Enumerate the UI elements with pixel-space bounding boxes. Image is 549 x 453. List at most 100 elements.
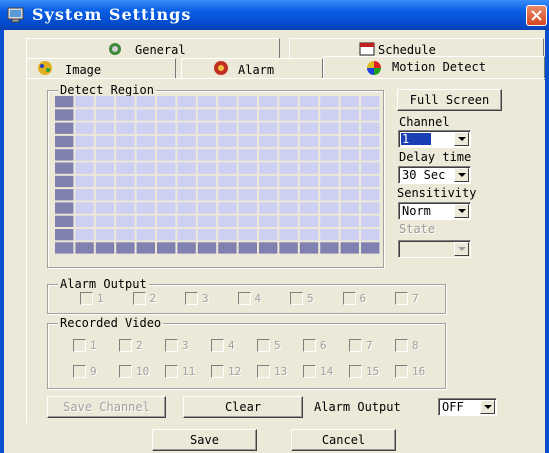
grid-cell[interactable] bbox=[361, 215, 380, 227]
grid-cell[interactable] bbox=[55, 215, 74, 227]
cancel-button[interactable]: Cancel bbox=[291, 429, 396, 451]
alarm-output-checkbox-7[interactable] bbox=[395, 292, 408, 305]
grid-cell[interactable] bbox=[177, 229, 196, 241]
grid-cell[interactable] bbox=[340, 229, 359, 241]
grid-cell[interactable] bbox=[157, 109, 176, 121]
grid-cell[interactable] bbox=[218, 122, 237, 134]
recorded-video-checkbox-3[interactable] bbox=[165, 339, 178, 352]
grid-cell[interactable] bbox=[340, 175, 359, 188]
grid-cell[interactable] bbox=[55, 109, 74, 121]
alarm-output-checkbox-1[interactable] bbox=[80, 292, 93, 305]
grid-cell[interactable] bbox=[177, 202, 196, 214]
grid-cell[interactable] bbox=[95, 215, 115, 227]
alarm-output-dropdown-arrow[interactable] bbox=[480, 400, 495, 414]
save-button[interactable]: Save bbox=[152, 429, 257, 451]
save-channel-button[interactable]: Save Channel bbox=[47, 396, 166, 418]
grid-cell[interactable] bbox=[279, 122, 298, 134]
grid-cell[interactable] bbox=[197, 149, 217, 161]
grid-cell[interactable] bbox=[177, 215, 196, 227]
grid-cell[interactable] bbox=[238, 162, 257, 174]
grid-cell[interactable] bbox=[361, 229, 380, 241]
grid-cell[interactable] bbox=[340, 202, 359, 214]
grid-cell[interactable] bbox=[197, 202, 217, 214]
grid-cell[interactable] bbox=[279, 215, 298, 227]
grid-cell[interactable] bbox=[361, 189, 380, 201]
grid-cell[interactable] bbox=[320, 96, 339, 108]
grid-cell[interactable] bbox=[299, 175, 319, 188]
grid-cell[interactable] bbox=[136, 202, 155, 214]
grid-cell[interactable] bbox=[259, 122, 278, 134]
grid-cell[interactable] bbox=[340, 96, 359, 108]
grid-cell[interactable] bbox=[340, 242, 359, 254]
grid-cell[interactable] bbox=[95, 175, 115, 188]
grid-cell[interactable] bbox=[55, 122, 74, 134]
grid-cell[interactable] bbox=[361, 135, 380, 148]
grid-cell[interactable] bbox=[55, 162, 74, 174]
grid-cell[interactable] bbox=[177, 242, 196, 254]
grid-cell[interactable] bbox=[340, 189, 359, 201]
grid-cell[interactable] bbox=[116, 189, 135, 201]
grid-cell[interactable] bbox=[259, 109, 278, 121]
grid-cell[interactable] bbox=[197, 175, 217, 188]
grid-cell[interactable] bbox=[75, 162, 94, 174]
grid-cell[interactable] bbox=[259, 202, 278, 214]
grid-cell[interactable] bbox=[157, 96, 176, 108]
grid-cell[interactable] bbox=[157, 122, 176, 134]
grid-cell[interactable] bbox=[116, 96, 135, 108]
grid-cell[interactable] bbox=[259, 175, 278, 188]
recorded-video-checkbox-13[interactable] bbox=[257, 365, 270, 378]
grid-cell[interactable] bbox=[75, 109, 94, 121]
grid-cell[interactable] bbox=[75, 175, 94, 188]
grid-cell[interactable] bbox=[197, 215, 217, 227]
grid-cell[interactable] bbox=[136, 175, 155, 188]
grid-cell[interactable] bbox=[340, 149, 359, 161]
grid-cell[interactable] bbox=[55, 189, 74, 201]
grid-cell[interactable] bbox=[238, 109, 257, 121]
grid-cell[interactable] bbox=[279, 189, 298, 201]
grid-cell[interactable] bbox=[320, 162, 339, 174]
grid-cell[interactable] bbox=[320, 122, 339, 134]
state-dropdown-arrow[interactable] bbox=[454, 242, 469, 256]
grid-cell[interactable] bbox=[299, 96, 319, 108]
grid-cell[interactable] bbox=[361, 122, 380, 134]
grid-cell[interactable] bbox=[95, 96, 115, 108]
grid-cell[interactable] bbox=[116, 215, 135, 227]
grid-cell[interactable] bbox=[299, 122, 319, 134]
grid-cell[interactable] bbox=[299, 135, 319, 148]
grid-cell[interactable] bbox=[55, 135, 74, 148]
recorded-video-checkbox-2[interactable] bbox=[119, 339, 132, 352]
grid-cell[interactable] bbox=[340, 215, 359, 227]
grid-cell[interactable] bbox=[75, 202, 94, 214]
grid-cell[interactable] bbox=[218, 149, 237, 161]
grid-cell[interactable] bbox=[279, 109, 298, 121]
grid-cell[interactable] bbox=[361, 109, 380, 121]
grid-cell[interactable] bbox=[259, 96, 278, 108]
grid-cell[interactable] bbox=[157, 215, 176, 227]
recorded-video-checkbox-8[interactable] bbox=[395, 339, 408, 352]
grid-cell[interactable] bbox=[238, 122, 257, 134]
tab-image[interactable]: Image bbox=[26, 58, 176, 78]
delay-time-dropdown-arrow[interactable] bbox=[454, 168, 469, 182]
recorded-video-checkbox-1[interactable] bbox=[73, 339, 86, 352]
grid-cell[interactable] bbox=[361, 175, 380, 188]
grid-cell[interactable] bbox=[259, 242, 278, 254]
grid-cell[interactable] bbox=[238, 175, 257, 188]
alarm-output-checkbox-6[interactable] bbox=[342, 292, 356, 305]
grid-cell[interactable] bbox=[95, 189, 115, 201]
grid-cell[interactable] bbox=[299, 202, 319, 214]
grid-cell[interactable] bbox=[320, 242, 339, 254]
grid-cell[interactable] bbox=[197, 162, 217, 174]
clear-button[interactable]: Clear bbox=[183, 396, 303, 418]
recorded-video-checkbox-16[interactable] bbox=[395, 365, 408, 378]
grid-cell[interactable] bbox=[116, 242, 135, 254]
grid-cell[interactable] bbox=[55, 96, 74, 108]
grid-cell[interactable] bbox=[197, 109, 217, 121]
grid-cell[interactable] bbox=[75, 135, 94, 148]
grid-cell[interactable] bbox=[75, 229, 94, 241]
grid-cell[interactable] bbox=[218, 189, 237, 201]
grid-cell[interactable] bbox=[75, 96, 94, 108]
grid-cell[interactable] bbox=[320, 149, 339, 161]
recorded-video-checkbox-6[interactable] bbox=[303, 339, 316, 352]
grid-cell[interactable] bbox=[218, 109, 237, 121]
grid-cell[interactable] bbox=[299, 162, 319, 174]
